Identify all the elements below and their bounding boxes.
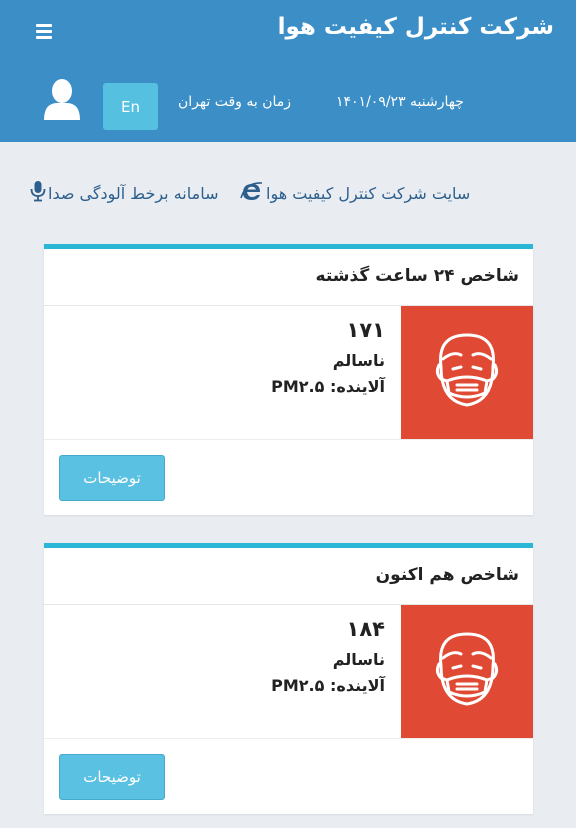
aqi-pollutant: آلاینده: PM۲.۵: [271, 676, 385, 695]
user-icon[interactable]: [42, 78, 82, 120]
aqi-pollutant: آلاینده: PM۲.۵: [271, 377, 385, 396]
card-body: ۱۸۴ ناسالم آلاینده: PM۲.۵: [44, 605, 533, 738]
aqi-status: ناسالم: [332, 351, 385, 370]
divider: [44, 439, 533, 440]
language-button[interactable]: En: [103, 83, 158, 130]
timezone-label: زمان به وقت تهران: [178, 94, 292, 110]
microphone-icon: [30, 180, 46, 206]
site-link-label: سایت شرکت کنترل کیفیت هوا: [266, 183, 471, 203]
menu-icon[interactable]: [36, 24, 56, 42]
app-title: شرکت کنترل کیفیت هوا: [277, 14, 554, 40]
aqi-value: ۱۸۴: [346, 617, 385, 641]
description-button[interactable]: توضیحات: [59, 455, 165, 501]
aqi-status: ناسالم: [332, 650, 385, 669]
aqi-card-24h: شاخص ۲۴ ساعت گذشته ۱۷۱ ناسالم آلاینده: P…: [44, 244, 533, 515]
face-mask-icon: [431, 628, 503, 716]
card-title: شاخص هم اکنون: [375, 565, 519, 585]
divider: [44, 738, 533, 739]
app-header: شرکت کنترل کیفیت هوا En زمان به وقت تهرا…: [0, 0, 576, 142]
date-text: چهارشنبه ۱۴۰۱/۰۹/۲۳: [336, 94, 464, 110]
description-button[interactable]: توضیحات: [59, 754, 165, 800]
company-site-link[interactable]: سایت شرکت کنترل کیفیت هوا: [240, 180, 470, 206]
status-box: [401, 306, 533, 439]
internet-explorer-icon: [240, 180, 264, 206]
aqi-card-now: شاخص هم اکنون ۱۸۴ ناسالم آلاینده: PM۲.۵ …: [44, 543, 533, 814]
card-title: شاخص ۲۴ ساعت گذشته: [315, 266, 519, 286]
quick-links: سامانه برخط آلودگی صدا سایت شرکت کنترل ک…: [0, 172, 576, 212]
noise-link-label: سامانه برخط آلودگی صدا: [48, 183, 219, 203]
aqi-value: ۱۷۱: [346, 318, 385, 342]
status-box: [401, 605, 533, 738]
face-mask-icon: [431, 329, 503, 417]
card-body: ۱۷۱ ناسالم آلاینده: PM۲.۵: [44, 306, 533, 439]
noise-pollution-link[interactable]: سامانه برخط آلودگی صدا: [30, 180, 218, 206]
